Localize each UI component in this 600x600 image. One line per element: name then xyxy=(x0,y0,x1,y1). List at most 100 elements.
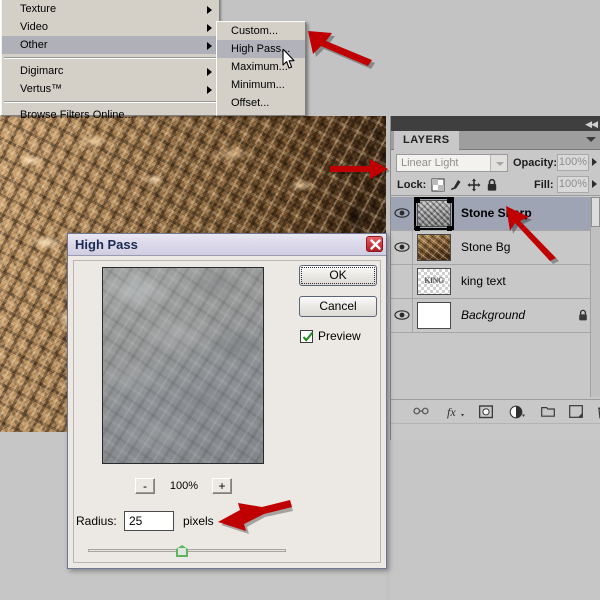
dialog-title-bar[interactable]: High Pass xyxy=(68,234,386,256)
menu-item-other[interactable]: Other xyxy=(2,36,219,54)
fill-field[interactable]: 100% xyxy=(557,176,589,193)
radius-row: Radius: 25 pixels xyxy=(76,511,316,533)
chevron-down-icon[interactable] xyxy=(490,155,507,171)
layer-visibility-toggle[interactable] xyxy=(391,265,413,298)
dialog-title: High Pass xyxy=(75,237,138,252)
stone-bg-thumbnail[interactable] xyxy=(417,234,451,261)
panel-tab-bar: LAYERS xyxy=(391,131,600,150)
fill-scrubber-icon[interactable] xyxy=(592,180,597,188)
collapse-panels-icon[interactable]: ◀◀ xyxy=(585,119,598,130)
lock-label: Lock: xyxy=(397,179,427,191)
radius-units-label: pixels xyxy=(183,514,214,528)
lock-transparent-icon[interactable] xyxy=(431,178,445,192)
adjustment-layer-icon[interactable] xyxy=(509,405,525,419)
ok-button[interactable]: OK xyxy=(299,265,377,286)
eye-icon xyxy=(394,242,410,252)
lock-position-icon[interactable] xyxy=(467,178,481,192)
menu-item-digimarc[interactable]: Digimarc xyxy=(2,62,219,80)
radius-label: Radius: xyxy=(76,514,117,528)
opacity-field[interactable]: 100% xyxy=(557,154,589,171)
layer-name[interactable]: Stone Bg xyxy=(461,240,510,254)
king-text-thumbnail-label: KING xyxy=(424,276,444,285)
menu-item-label: Digimarc xyxy=(20,65,64,77)
preview-checkbox[interactable] xyxy=(300,330,314,343)
submenu-arrow-icon xyxy=(207,86,212,94)
panel-dock-bar: ◀◀ xyxy=(391,116,600,131)
menu-item-label: Video xyxy=(20,21,48,33)
layer-row-stone-sharp[interactable]: Stone Sharp xyxy=(391,197,600,231)
menu-item-browse-filters-online[interactable]: Browse Filters Online... xyxy=(2,106,219,124)
layer-visibility-toggle[interactable] xyxy=(391,231,413,264)
link-layers-icon[interactable] xyxy=(413,405,429,419)
svg-text:fx: fx xyxy=(447,405,456,419)
layer-visibility-toggle[interactable] xyxy=(391,299,413,332)
layer-name[interactable]: Background xyxy=(461,308,525,322)
layer-row-stone-bg[interactable]: Stone Bg xyxy=(391,231,600,265)
preview-checkbox-row[interactable]: Preview xyxy=(300,329,390,346)
preview-label: Preview xyxy=(318,329,361,343)
submenu-item-minimum[interactable]: Minimum... xyxy=(217,76,305,94)
workspace-background-right xyxy=(390,440,600,600)
zoom-in-button[interactable]: + xyxy=(212,478,232,494)
opacity-label: Opacity: xyxy=(513,157,558,169)
layer-thumbnail-cell[interactable] xyxy=(417,302,451,329)
eye-icon xyxy=(394,310,410,320)
menu-item-video[interactable]: Video xyxy=(2,18,219,36)
layers-panel-footer: fx xyxy=(391,399,600,423)
eye-icon xyxy=(394,208,410,218)
layer-list[interactable]: Stone Sharp Stone Bg KING king text Back… xyxy=(391,197,600,397)
lock-image-icon[interactable] xyxy=(449,178,463,192)
menu-item-vertus[interactable]: Vertus™ xyxy=(2,80,219,98)
lock-all-icon[interactable] xyxy=(485,178,499,192)
new-layer-icon[interactable] xyxy=(569,405,583,419)
radius-slider[interactable] xyxy=(88,545,286,557)
submenu-arrow-icon xyxy=(207,24,212,32)
zoom-out-button[interactable]: - xyxy=(135,478,155,494)
menu-separator xyxy=(4,57,217,59)
radius-slider-thumb[interactable] xyxy=(176,545,188,557)
close-icon[interactable] xyxy=(366,236,383,252)
lock-row: Lock: Fill: 100% xyxy=(391,174,600,196)
king-text-thumbnail[interactable]: KING xyxy=(417,268,451,295)
arrow-to-high-pass-menu-item xyxy=(308,31,375,69)
stone-sharp-thumbnail[interactable] xyxy=(414,197,454,231)
preview-zoom-bar: - 100% + xyxy=(102,478,264,496)
opacity-scrubber-icon[interactable] xyxy=(592,158,597,166)
menu-item-label: Texture xyxy=(20,3,57,15)
menu-separator xyxy=(4,101,217,103)
panel-menu-icon[interactable] xyxy=(586,137,596,142)
background-thumbnail[interactable] xyxy=(417,302,451,329)
dialog-buttons: OK Cancel xyxy=(299,265,377,327)
tab-layers[interactable]: LAYERS xyxy=(394,131,459,150)
menu-item-label: Other xyxy=(20,39,48,51)
menu-item-label: Browse Filters Online... xyxy=(20,109,134,121)
layers-scrollbar-thumb[interactable] xyxy=(591,197,600,227)
layer-thumbnail-cell[interactable]: KING xyxy=(417,268,451,295)
layer-style-fx-icon[interactable]: fx xyxy=(447,405,464,419)
layers-scrollbar[interactable] xyxy=(590,197,600,397)
layers-panel[interactable]: ◀◀ LAYERS Linear Light Opacity: 100% Loc… xyxy=(390,116,600,440)
cancel-button[interactable]: Cancel xyxy=(299,296,377,317)
layer-row-king-text[interactable]: KING king text xyxy=(391,265,600,299)
fill-label: Fill: xyxy=(534,179,554,191)
menu-item-label: Offset... xyxy=(231,97,270,109)
layer-visibility-toggle[interactable] xyxy=(391,197,413,230)
submenu-item-offset[interactable]: Offset... xyxy=(217,94,305,112)
filter-menu[interactable]: Texture Video Other Digimarc Vertus™ Bro… xyxy=(0,0,220,121)
layer-locked-icon xyxy=(577,309,589,322)
filter-preview-image[interactable] xyxy=(102,267,264,464)
panel-bottom-edge xyxy=(391,423,600,440)
blend-mode-select[interactable]: Linear Light xyxy=(396,154,508,172)
layer-thumbnail-cell[interactable] xyxy=(417,234,451,261)
layer-row-background[interactable]: Background xyxy=(391,299,600,333)
submenu-item-custom[interactable]: Custom... xyxy=(217,22,305,40)
submenu-arrow-icon xyxy=(207,6,212,14)
layer-name[interactable]: king text xyxy=(461,274,506,288)
radius-input[interactable]: 25 xyxy=(124,511,174,531)
layer-name[interactable]: Stone Sharp xyxy=(461,206,532,220)
menu-item-texture[interactable]: Texture xyxy=(2,0,219,18)
layer-thumbnail-cell[interactable] xyxy=(414,197,454,231)
new-group-icon[interactable] xyxy=(541,405,555,419)
add-layer-mask-icon[interactable] xyxy=(478,405,494,419)
submenu-arrow-icon xyxy=(207,68,212,76)
